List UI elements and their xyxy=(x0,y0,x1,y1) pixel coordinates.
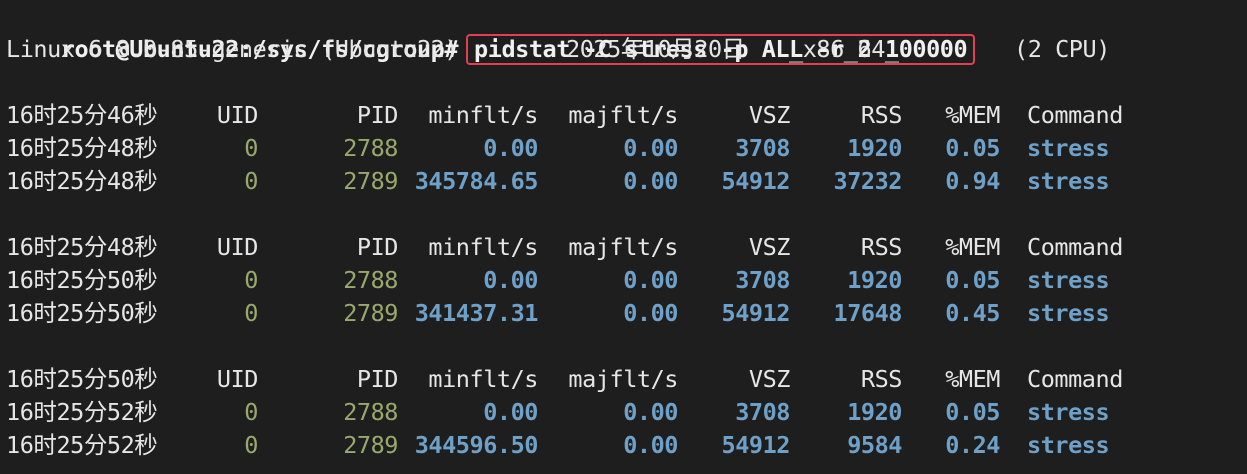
cell-cmd: stress xyxy=(1027,134,1110,162)
cell-cmd: stress xyxy=(1027,398,1110,426)
table-row: 16时25分50秒 0 2788 0.00 0.00 3708 1920 0.05 stress xyxy=(6,264,1206,297)
column-header: Command xyxy=(1027,365,1123,393)
table-row: 16时25分52秒 0 2788 0.00 0.00 3708 1920 0.05 stress xyxy=(6,396,1206,429)
terminal-window[interactable]: root@Ubuntu22:/sys/fs/cgroup# pidstat -C … xyxy=(0,0,1247,474)
column-header: %MEM xyxy=(945,365,1000,393)
cell-mem: 0.45 xyxy=(945,299,1000,327)
cell-mem: 0.94 xyxy=(945,167,1000,195)
cell-mem: 0.05 xyxy=(945,134,1000,162)
column-header: %MEM xyxy=(945,101,1000,129)
table-row: 16时25分52秒 0 2789 344596.50 0.00 54912 9584 0.24… xyxy=(6,429,1206,462)
cell-cmd: stress xyxy=(1027,299,1110,327)
table-row: 16时25分50秒 0 2789 341437.31 0.00 54912 17648 0.4… xyxy=(6,297,1206,330)
column-header: %MEM xyxy=(945,233,1000,261)
cell-mem: 0.05 xyxy=(945,266,1000,294)
cpu-count: (2 CPU) xyxy=(1014,35,1110,63)
column-header: Command xyxy=(1027,233,1123,261)
kernel-info: Linux 6.8.0-85-generic (Ubuntu22) xyxy=(6,35,459,63)
cell-cmd: stress xyxy=(1027,431,1110,459)
table-header-row: 16时25分46秒 UID PID minflt/s majflt/s VSZ RSS %ME… xyxy=(6,99,1206,132)
cell-mem: 0.24 xyxy=(945,431,1000,459)
arch-info: _x86_64_ xyxy=(789,35,899,63)
command-line: root@Ubuntu22:/sys/fs/cgroup# pidstat -C … xyxy=(6,0,976,65)
table-row: 16时25分48秒 0 2788 0.00 0.00 3708 1920 0.05 stress xyxy=(6,132,1206,165)
date-info: 2025年10月20日 xyxy=(566,35,745,63)
table-row: 16时25分48秒 0 2789 345784.65 0.00 54912 37232 0.9… xyxy=(6,165,1206,198)
table-header-row: 16时25分48秒 UID PID minflt/s majflt/s VSZ RSS %ME… xyxy=(6,231,1206,264)
cell-cmd: stress xyxy=(1027,266,1110,294)
system-info-line: Linux 6.8.0-85-generic (Ubuntu22) 2025年1… xyxy=(6,33,1236,66)
column-header: Command xyxy=(1027,101,1123,129)
table-header-row: 16时25分50秒 UID PID minflt/s majflt/s VSZ RSS %ME… xyxy=(6,363,1206,396)
cell-mem: 0.05 xyxy=(945,398,1000,426)
cell-cmd: stress xyxy=(1027,167,1110,195)
